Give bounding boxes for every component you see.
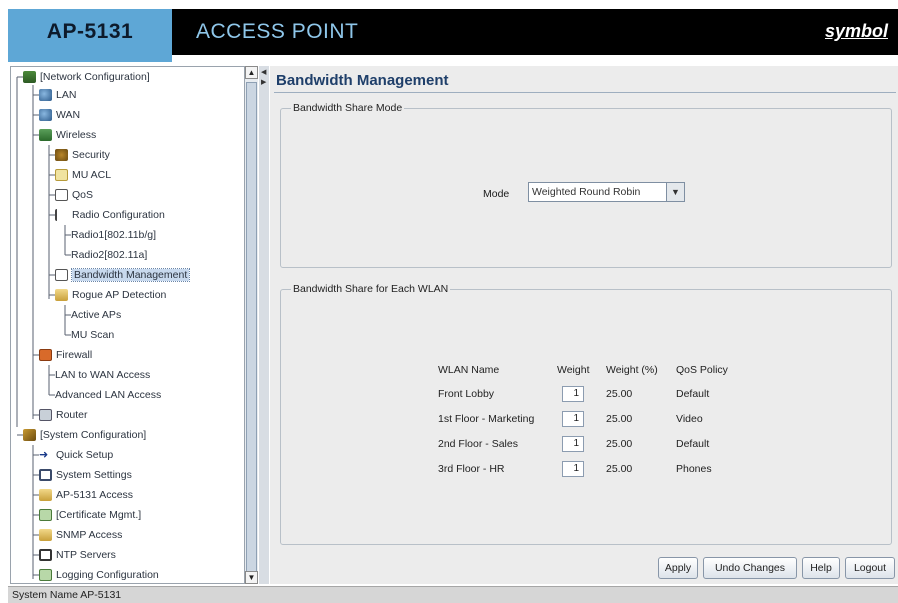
status-bar: System Name AP-5131 [8,586,898,603]
weight-input[interactable]: 1 [562,386,584,402]
weight-percent-cell: 25.00 [606,388,633,400]
brand-logo: symbol [824,21,888,41]
tree-item-radio1[interactable]: Radio1[802.11b/g] [71,226,156,244]
mode-value: Weighted Round Robin [532,186,641,198]
share-mode-group-title: Bandwidth Share Mode [291,102,405,114]
column-header-weight-percent: Weight (%) [606,364,658,376]
column-header-weight: Weight [557,364,590,376]
logging-icon [39,569,52,581]
app-header: AP-5131 ACCESS POINT symbol [8,9,898,55]
tree-item-mu-scan[interactable]: MU Scan [71,326,114,344]
tree-item-wan[interactable]: WAN [39,106,80,124]
qos-icon [55,189,68,201]
help-button[interactable]: Help [802,557,840,579]
model-name: AP-5131 [8,9,172,55]
scroll-up-arrow-icon[interactable]: ▲ [245,66,258,79]
column-header-qos-policy: QoS Policy [676,364,728,376]
header-stripe [8,55,898,65]
network-icon [23,71,36,83]
wlan-name-cell: Front Lobby [438,388,495,400]
tree-item-mu-acl[interactable]: MU ACL [55,166,111,184]
tree-item-system-settings[interactable]: System Settings [39,466,132,484]
tree-item-radio-configuration[interactable]: Radio Configuration [55,206,165,224]
apply-button[interactable]: Apply [658,557,698,579]
tree-item-network-configuration[interactable]: [Network Configuration] [23,68,150,86]
tree-item-ntp-servers[interactable]: NTP Servers [39,546,116,564]
tree-item-security[interactable]: Security [55,146,110,164]
rogue-ap-icon [55,289,68,301]
tree-item-rogue-ap-detection[interactable]: Rogue AP Detection [55,286,166,304]
tree-scrollbar[interactable]: ▲ ▼ [244,66,258,584]
mode-dropdown[interactable]: Weighted Round Robin ▼ [528,182,685,202]
weight-percent-cell: 25.00 [606,438,633,450]
scroll-down-arrow-icon[interactable]: ▼ [245,571,258,584]
wlan-share-group-title: Bandwidth Share for Each WLAN [291,283,451,295]
tree-item-firewall[interactable]: Firewall [39,346,92,364]
navigation-tree: [Network Configuration] LAN WAN Wireless… [10,66,258,584]
clock-icon [39,549,52,561]
tree-item-lan[interactable]: LAN [39,86,76,104]
firewall-icon [39,349,52,361]
tree-item-snmp-access[interactable]: SNMP Access [39,526,122,544]
weight-input[interactable]: 1 [562,461,584,477]
lan-icon [39,89,52,101]
quick-setup-icon: ➜ [39,449,49,461]
system-config-icon [23,429,36,441]
mode-label: Mode [483,188,510,200]
expand-right-icon[interactable]: ▶ [261,78,266,86]
mu-acl-icon [55,169,68,181]
tree-item-wireless[interactable]: Wireless [39,126,96,144]
certificate-icon [39,509,52,521]
wlan-share-group: Bandwidth Share for Each WLAN [280,283,892,545]
scroll-thumb[interactable] [246,82,257,582]
qos-policy-cell: Default [676,388,710,400]
qos-policy-cell: Video [676,413,703,425]
column-header-wlan-name: WLAN Name [438,364,500,376]
wan-icon [39,109,52,121]
tree-item-logging-configuration[interactable]: Logging Configuration [39,566,159,583]
security-icon [55,149,68,161]
weight-percent-cell: 25.00 [606,463,633,475]
tree-item-ap-access[interactable]: AP-5131 Access [39,486,133,504]
logout-button[interactable]: Logout [845,557,895,579]
wlan-name-cell: 3rd Floor - HR [438,463,505,475]
page-title: Bandwidth Management [276,72,449,89]
undo-changes-button[interactable]: Undo Changes [703,557,797,579]
tree-item-radio2[interactable]: Radio2[802.11a] [71,246,147,264]
qos-policy-cell: Default [676,438,710,450]
router-icon [39,409,52,421]
tree-item-advanced-lan-access[interactable]: Advanced LAN Access [55,386,161,404]
tree-item-bandwidth-management[interactable]: Bandwidth Management [55,266,191,284]
tree-item-qos[interactable]: QoS [55,186,93,204]
product-title: ACCESS POINT [196,20,359,43]
access-icon [39,489,52,501]
weight-input[interactable]: 1 [562,436,584,452]
qos-policy-cell: Phones [676,463,712,475]
panel-splitter[interactable]: ◀ ▶ [259,66,269,584]
wlan-name-cell: 1st Floor - Marketing [438,413,535,425]
wlan-name-cell: 2nd Floor - Sales [438,438,518,450]
weight-percent-cell: 25.00 [606,413,633,425]
tree-item-system-configuration[interactable]: [System Configuration] [23,426,146,444]
tree-item-lan-to-wan-access[interactable]: LAN to WAN Access [55,366,150,384]
antenna-icon [55,209,68,221]
tree-item-quick-setup[interactable]: ➜ Quick Setup [39,446,113,464]
tree-item-active-aps[interactable]: Active APs [71,306,121,324]
wireless-icon [39,129,52,141]
snmp-icon [39,529,52,541]
collapse-left-icon[interactable]: ◀ [261,68,266,76]
tree-item-router[interactable]: Router [39,406,88,424]
chevron-down-icon[interactable]: ▼ [666,183,684,201]
system-settings-icon [39,469,52,481]
tree-item-certificate-mgmt[interactable]: [Certificate Mgmt.] [39,506,141,524]
weight-input[interactable]: 1 [562,411,584,427]
content-panel: Bandwidth Management Bandwidth Share Mod… [270,66,898,584]
bandwidth-icon [55,269,68,281]
title-divider [274,92,896,93]
